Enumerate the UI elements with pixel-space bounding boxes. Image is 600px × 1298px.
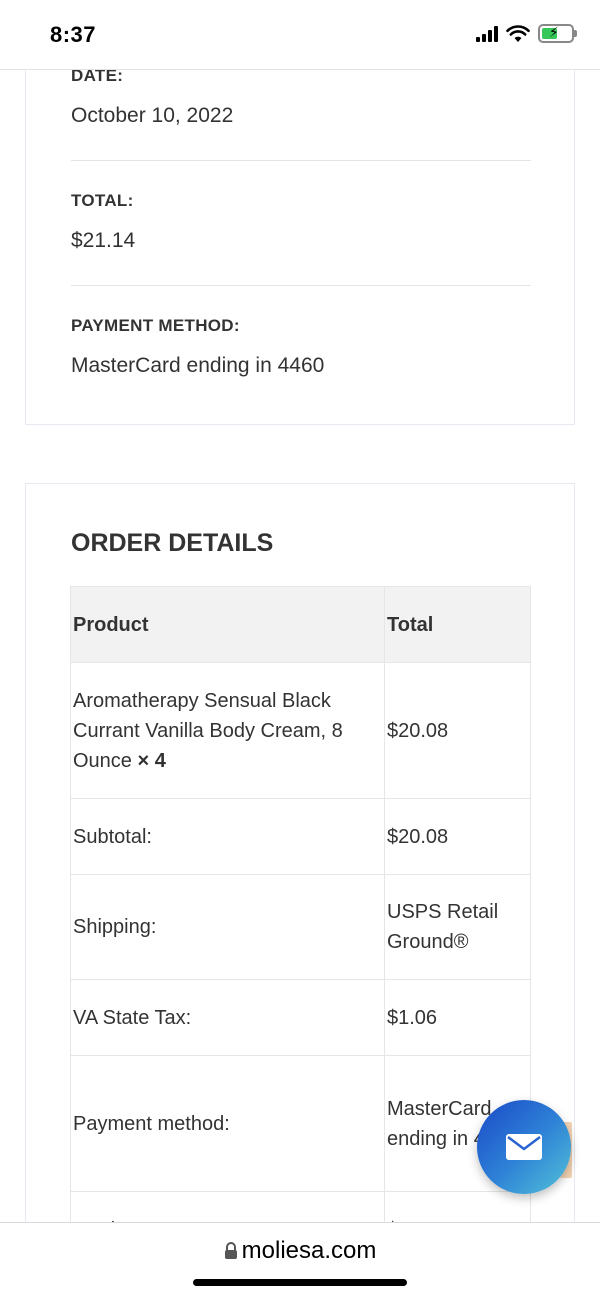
product-column-header: Product [70, 586, 385, 663]
home-indicator[interactable] [193, 1279, 407, 1286]
product-quantity: × 4 [137, 749, 166, 772]
browser-url-bar[interactable]: moliesa.com [0, 1222, 600, 1298]
order-details-title: ORDER DETAILS [71, 529, 274, 557]
lock-icon [224, 1242, 237, 1259]
divider [71, 160, 531, 161]
cellular-signal-icon [476, 25, 498, 42]
payment-method-field: PAYMENT METHOD: MasterCard ending in 446… [71, 316, 531, 378]
table-row: VA State Tax: $1.06 [70, 979, 531, 1056]
url-domain: moliesa.com [241, 1237, 377, 1264]
product-cell: Aromatherapy Sensual Black Currant Vanil… [70, 662, 385, 799]
url-display[interactable]: moliesa.com [0, 1237, 600, 1265]
total-field: TOTAL: $21.14 [71, 191, 531, 253]
tax-value: $1.06 [384, 979, 531, 1056]
product-total: $20.08 [384, 662, 531, 799]
total-column-header: Total [384, 586, 531, 663]
tax-label: VA State Tax: [70, 979, 385, 1056]
table-row: Subtotal: $20.08 [70, 798, 531, 875]
table-header-row: Product Total [70, 586, 531, 663]
payment-method-row-label: Payment method: [70, 1055, 385, 1192]
contact-mail-button[interactable] [477, 1100, 571, 1194]
table-row: Shipping: USPS Retail Ground® [70, 874, 531, 980]
total-label: TOTAL: [71, 191, 134, 210]
mail-icon [506, 1134, 542, 1160]
battery-icon: ⚡ [538, 24, 577, 43]
payment-method-label: PAYMENT METHOD: [71, 316, 240, 335]
payment-method-value: MasterCard ending in 4460 [71, 354, 325, 377]
subtotal-value: $20.08 [384, 798, 531, 875]
shipping-label: Shipping: [70, 874, 385, 980]
status-time: 8:37 [50, 22, 97, 47]
shipping-value: USPS Retail Ground® [384, 874, 531, 980]
status-bar: 8:37 ⚡ [0, 0, 600, 70]
table-row: Payment method: MasterCard ending in 446… [70, 1055, 531, 1192]
status-icons: ⚡ [476, 24, 577, 43]
total-value: $21.14 [71, 229, 136, 252]
subtotal-label: Subtotal: [70, 798, 385, 875]
wifi-icon [506, 24, 530, 42]
date-value: October 10, 2022 [71, 104, 234, 127]
date-field: DATE: October 10, 2022 [71, 66, 531, 128]
order-details-table: Product Total Aromatherapy Sensual Black… [70, 586, 531, 1268]
divider [71, 285, 531, 286]
table-row: Aromatherapy Sensual Black Currant Vanil… [70, 662, 531, 799]
product-name[interactable]: Aromatherapy Sensual Black Currant Vanil… [73, 690, 343, 772]
order-summary-card: DATE: October 10, 2022 TOTAL: $21.14 PAY… [25, 40, 575, 425]
